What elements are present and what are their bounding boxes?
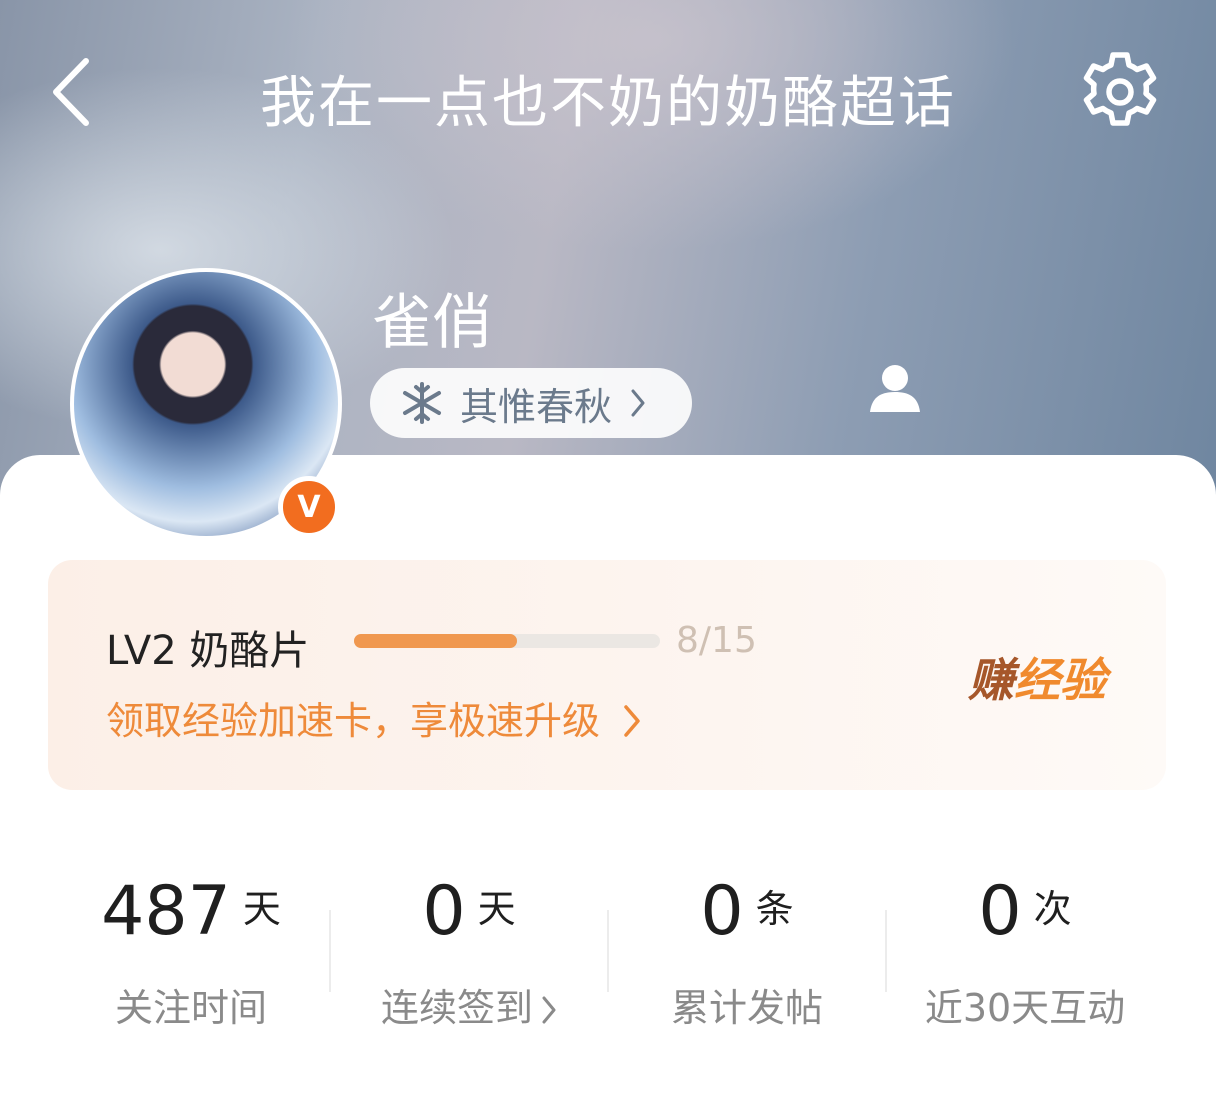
stat-checkin-streak[interactable]: 0天 连续签到 <box>330 872 608 1032</box>
stat-follow-time: 487 天 关注时间 <box>52 872 330 1032</box>
person-icon[interactable] <box>868 362 922 414</box>
chevron-right-icon <box>631 389 645 417</box>
stats-panel: 487 天 关注时间 0天 连续签到 0条 累计发帖 0次 近30天互动 <box>52 822 1164 1060</box>
stat-label: 关注时间 <box>114 986 267 1030</box>
boost-card-link[interactable]: 领取经验加速卡，享极速升级 <box>106 690 642 745</box>
earn-experience-button[interactable]: 赚经验 <box>968 644 1118 710</box>
stat-value: 487 <box>101 872 231 951</box>
gear-icon <box>1083 52 1157 126</box>
experience-progress-bar <box>354 634 660 648</box>
settings-button[interactable] <box>1074 46 1166 138</box>
stat-unit: 天 <box>477 887 516 931</box>
verified-badge: V <box>278 476 340 538</box>
stat-unit: 天 <box>242 887 281 931</box>
experience-progress-text: 8/15 <box>676 620 757 661</box>
page-title: 我在一点也不奶的奶酪超话 <box>260 71 956 136</box>
earn-label-part1: 赚 <box>968 653 1014 707</box>
user-tag-label: 其惟春秋 <box>460 384 613 429</box>
chevron-right-icon <box>542 996 556 1024</box>
stat-value: 0 <box>422 872 466 951</box>
level-title: LV2 奶酪片 <box>106 628 310 674</box>
stat-value: 0 <box>978 872 1022 951</box>
back-button[interactable] <box>40 52 100 132</box>
experience-progress-fill <box>354 634 518 648</box>
snowflake-icon <box>403 382 441 424</box>
stat-total-posts: 0条 累计发帖 <box>608 872 886 1032</box>
user-tag-button[interactable]: 其惟春秋 <box>370 368 692 438</box>
stat-value: 0 <box>700 872 744 951</box>
chevron-right-icon <box>624 705 640 737</box>
stat-label: 近30天互动 <box>924 986 1126 1030</box>
stat-label: 连续签到 <box>380 986 533 1030</box>
stat-interactions-30d: 0次 近30天互动 <box>886 872 1164 1032</box>
username: 雀俏 <box>372 288 492 358</box>
stat-unit: 条 <box>755 887 794 931</box>
stat-unit: 次 <box>1033 887 1072 931</box>
boost-card-label: 领取经验加速卡，享极速升级 <box>106 699 601 743</box>
level-panel: LV2 奶酪片 8/15 领取经验加速卡，享极速升级 赚经验 <box>48 560 1166 790</box>
chevron-left-icon <box>53 58 89 126</box>
next-card-edge <box>48 1086 1166 1102</box>
stat-label: 累计发帖 <box>670 986 823 1030</box>
earn-label-part2: 经验 <box>1014 653 1106 707</box>
